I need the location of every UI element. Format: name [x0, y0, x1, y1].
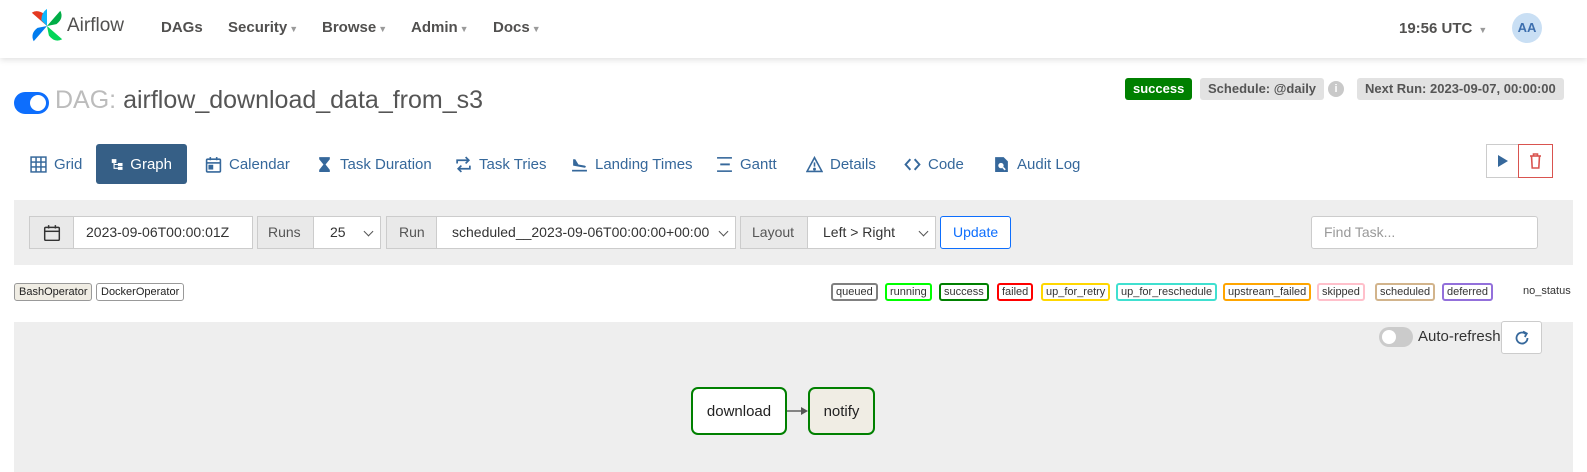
auto-refresh-label: Auto-refresh [1418, 328, 1501, 345]
tab-task-duration[interactable]: Task Duration [308, 144, 440, 184]
legend-skipped[interactable]: skipped [1317, 283, 1365, 301]
info-icon[interactable]: i [1328, 81, 1344, 97]
code-icon [904, 158, 921, 170]
edge-arrow-icon [787, 407, 808, 415]
nav-security[interactable]: Security ▼ [228, 19, 298, 36]
file-search-icon [995, 156, 1008, 172]
legend-queued[interactable]: queued [831, 283, 878, 301]
date-picker-button[interactable] [29, 216, 74, 249]
dag-prefix: DAG: [55, 86, 117, 114]
tab-grid[interactable]: Grid [22, 144, 90, 184]
dag-id: airflow_download_data_from_s3 [123, 86, 484, 114]
refresh-button[interactable] [1501, 321, 1542, 354]
graph-canvas[interactable] [14, 322, 1573, 472]
legend-success[interactable]: success [939, 283, 989, 301]
tab-audit-log[interactable]: Audit Log [985, 144, 1088, 184]
caret-down-icon: ▼ [531, 24, 541, 34]
caret-down-icon: ▼ [289, 24, 299, 34]
legend-upstream-failed[interactable]: upstream_failed [1223, 283, 1312, 301]
delete-dag-button[interactable] [1518, 144, 1553, 178]
play-icon [1497, 155, 1508, 167]
dag-status-badge: success [1125, 78, 1193, 100]
runs-label: Runs [257, 216, 314, 249]
user-avatar[interactable]: AA [1512, 13, 1542, 43]
tab-task-tries[interactable]: Task Tries [447, 144, 555, 184]
tab-landing-times[interactable]: Landing Times [563, 144, 701, 184]
run-select[interactable]: scheduled__2023-09-06T00:00:00+00:00 [436, 216, 736, 249]
update-button[interactable]: Update [940, 216, 1012, 249]
tab-details[interactable]: Details [798, 144, 884, 184]
layout-label: Layout [740, 216, 808, 249]
top-navbar: Airflow DAGs Security ▼ Browse ▼ Admin ▼ Do… [0, 0, 1587, 58]
layout-select[interactable]: Left > Right [807, 216, 936, 249]
plane-landing-icon [572, 158, 587, 172]
airflow-logo-icon[interactable] [28, 7, 66, 45]
dag-title: DAG: airflow_download_data_from_s3 [55, 86, 483, 115]
runs-select[interactable]: 25 [313, 216, 381, 249]
nav-admin[interactable]: Admin ▼ [411, 19, 469, 36]
caret-down-icon: ▼ [459, 24, 469, 34]
nav-dags[interactable]: DAGs [161, 19, 203, 36]
schedule-badge: Schedule: @daily [1200, 78, 1325, 100]
trigger-dag-button[interactable] [1486, 144, 1519, 178]
refresh-icon [1515, 330, 1528, 344]
tab-gantt[interactable]: Gantt [708, 144, 785, 184]
base-date-input[interactable]: 2023-09-06T00:00:01Z [73, 216, 253, 249]
caret-down-icon: ▼ [378, 24, 388, 34]
legend-no-status[interactable]: no_status [1523, 285, 1571, 297]
next-run-badge: Next Run: 2023-09-07, 00:00:00 [1357, 78, 1564, 100]
nav-browse[interactable]: Browse ▼ [322, 19, 387, 36]
retry-arrows-icon [456, 155, 471, 173]
trash-icon [1530, 153, 1541, 169]
legend-scheduled[interactable]: scheduled [1375, 283, 1436, 301]
hourglass-icon [319, 156, 330, 172]
calendar-icon [205, 156, 222, 173]
warning-triangle-icon [806, 155, 823, 172]
task-node-notify[interactable]: notify [808, 387, 875, 435]
legend-up-for-retry[interactable]: up_for_retry [1041, 283, 1111, 301]
tab-calendar[interactable]: Calendar [197, 144, 298, 184]
tab-code[interactable]: Code [896, 144, 972, 184]
run-label: Run [386, 216, 437, 249]
legend-running[interactable]: running [885, 283, 932, 301]
task-node-download[interactable]: download [691, 387, 787, 435]
calendar-icon [43, 224, 60, 241]
legend-up-for-reschedule[interactable]: up_for_reschedule [1116, 283, 1218, 301]
operator-bash[interactable]: BashOperator [14, 283, 93, 301]
operator-docker[interactable]: DockerOperator [96, 283, 185, 301]
caret-down-icon: ▼ [1478, 25, 1488, 35]
tab-graph[interactable]: Graph [96, 144, 187, 184]
legend-deferred[interactable]: deferred [1442, 283, 1493, 301]
time-dropdown[interactable]: 19:56 UTC ▼ [1399, 20, 1487, 37]
toggle-knob [1382, 330, 1396, 344]
legend-failed[interactable]: failed [997, 283, 1034, 301]
nav-docs[interactable]: Docs ▼ [493, 19, 541, 36]
brand-name[interactable]: Airflow [67, 15, 124, 37]
find-task-input[interactable]: Find Task... [1311, 216, 1538, 249]
auto-refresh-toggle[interactable] [1379, 327, 1413, 347]
grid-icon [30, 155, 47, 173]
graph-icon [111, 158, 123, 170]
gantt-icon [717, 156, 732, 172]
dag-pause-toggle[interactable] [14, 92, 49, 114]
toggle-knob [30, 95, 46, 111]
